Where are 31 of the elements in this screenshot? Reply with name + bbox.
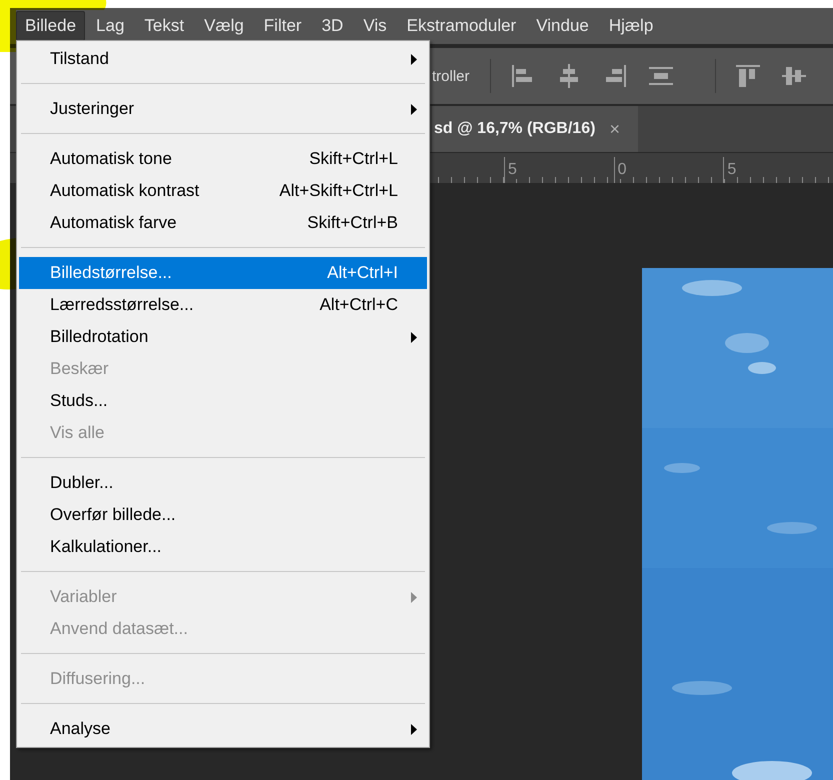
document-tab[interactable]: sd @ 16,7% (RGB/16) × [432, 106, 638, 152]
menu-bar-item[interactable]: Lag [87, 11, 134, 41]
menu-item[interactable]: Kalkulationer... [19, 531, 427, 563]
menu-item[interactable]: Billedstørrelse... Alt+Ctrl+I [19, 257, 427, 289]
menu-bar-item[interactable]: 3D [312, 11, 352, 41]
ruler-label: 5 [724, 161, 736, 179]
menu-bar-item[interactable]: Tekst [135, 11, 194, 41]
menu-bar-item[interactable]: Vis [354, 11, 396, 41]
align-middle-icon[interactable] [782, 64, 806, 88]
menu-item[interactable]: Automatisk tone Skift+Ctrl+L [19, 143, 427, 175]
menu-bar-item[interactable]: Vælg [195, 11, 253, 41]
menu-item[interactable]: Dubler... [19, 467, 427, 499]
menu-bar-item[interactable]: Billede [16, 11, 86, 41]
menu-bar-item[interactable]: Vindue [527, 11, 598, 41]
option-label: troller [432, 68, 470, 84]
menu-item[interactable]: Billedrotation [19, 321, 427, 353]
menu-item[interactable]: Studs... [19, 385, 427, 417]
menu-item[interactable]: Overfør billede... [19, 499, 427, 531]
menu-item[interactable]: Lærredsstørrelse... Alt+Ctrl+C [19, 289, 427, 321]
close-button[interactable]: × [609, 118, 620, 140]
menu-item[interactable]: Tilstand [19, 43, 427, 75]
menu-item[interactable]: Automatisk farve Skift+Ctrl+B [19, 207, 427, 239]
menu-bar-item[interactable]: Hjælp [600, 11, 662, 41]
menu-item[interactable]: Automatisk kontrast Alt+Skift+Ctrl+L [19, 175, 427, 207]
menu-item[interactable]: Analyse [19, 713, 427, 745]
menu-bar-item[interactable]: Ekstramoduler [398, 11, 526, 41]
align-left-icon[interactable] [510, 64, 535, 88]
menu-item[interactable]: Justeringer [19, 93, 427, 125]
align-top-icon[interactable] [736, 64, 760, 88]
distribute-icon[interactable] [648, 64, 673, 88]
menu-bar-item[interactable]: Filter [254, 11, 311, 41]
